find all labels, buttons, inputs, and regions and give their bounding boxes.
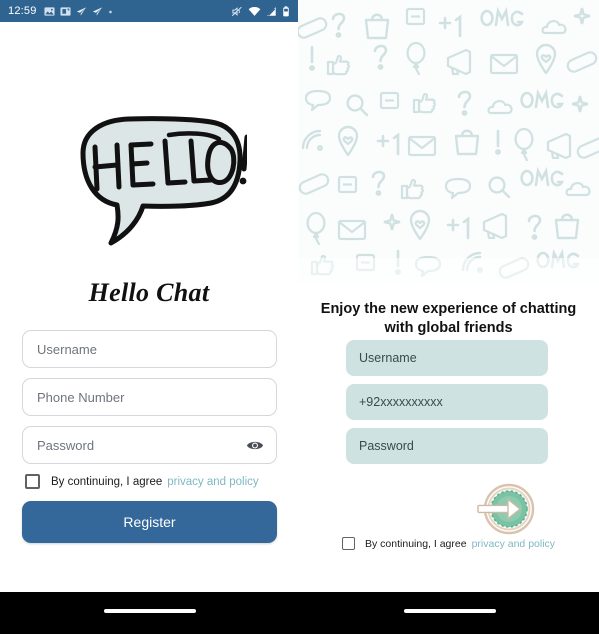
status-bar-clock: 12:59	[8, 5, 37, 17]
go-arrow-button[interactable]	[475, 481, 535, 537]
agreement-checkbox[interactable]	[342, 537, 355, 550]
register-button[interactable]: Register	[22, 501, 277, 543]
agreement-label: By continuing, I agree	[51, 475, 163, 488]
status-bar: 12:59	[0, 0, 298, 22]
privacy-policy-link[interactable]: privacy and policy	[472, 538, 555, 550]
phone-number-input[interactable]: Phone Number	[22, 378, 277, 416]
screenshot-icon	[59, 6, 71, 16]
password-placeholder: Password	[37, 437, 95, 453]
phone-placeholder: +92xxxxxxxxxx	[359, 395, 443, 409]
app-screenshot: 12:59 Hello Chat Username Phone Number P…	[0, 0, 599, 634]
home-indicator-right[interactable]	[404, 609, 496, 613]
left-phone-panel: 12:59 Hello Chat Username Phone Number P…	[0, 0, 298, 592]
image-icon	[43, 6, 55, 16]
agreement-row: By continuing, I agree privacy and polic…	[22, 474, 277, 489]
tagline: Enjoy the new experience of chatting wit…	[320, 301, 577, 337]
arrow-right-icon	[477, 483, 535, 535]
wifi-icon	[248, 6, 261, 16]
privacy-policy-link[interactable]: privacy and policy	[167, 476, 258, 488]
agreement-row: By continuing, I agree privacy and polic…	[342, 537, 555, 550]
password-input[interactable]: Password	[346, 428, 548, 464]
telegram-icon	[92, 6, 102, 16]
signup-form: Username +92xxxxxxxxxx Password	[346, 340, 548, 472]
home-indicator-left[interactable]	[104, 609, 196, 613]
username-placeholder: Username	[359, 351, 417, 365]
username-input[interactable]: Username	[22, 330, 277, 368]
signal-icon	[267, 6, 276, 16]
battery-icon	[283, 5, 289, 16]
status-bar-notification-icons	[43, 6, 231, 17]
status-bar-system-icons	[231, 5, 290, 17]
dot-icon	[108, 10, 112, 13]
doodle-pattern	[298, 0, 599, 284]
username-input[interactable]: Username	[346, 340, 548, 376]
right-phone-panel: Enjoy the new experience of chatting wit…	[298, 0, 599, 592]
app-logo	[0, 100, 298, 270]
telegram-icon	[76, 6, 86, 16]
phone-input[interactable]: +92xxxxxxxxxx	[346, 384, 548, 420]
mute-icon	[231, 6, 242, 16]
agreement-checkbox[interactable]	[25, 474, 40, 489]
hello-speech-bubble-logo	[80, 116, 247, 246]
page-title: Hello Chat	[88, 278, 210, 307]
agreement-label: By continuing, I agree	[365, 537, 467, 550]
system-navigation-bar	[0, 592, 599, 634]
password-placeholder: Password	[359, 439, 414, 453]
register-form: Username Phone Number Password By contin…	[22, 330, 277, 543]
password-input[interactable]: Password	[22, 426, 277, 464]
phone-number-placeholder: Phone Number	[37, 389, 125, 405]
username-placeholder: Username	[37, 341, 97, 357]
eye-icon[interactable]	[245, 435, 265, 455]
